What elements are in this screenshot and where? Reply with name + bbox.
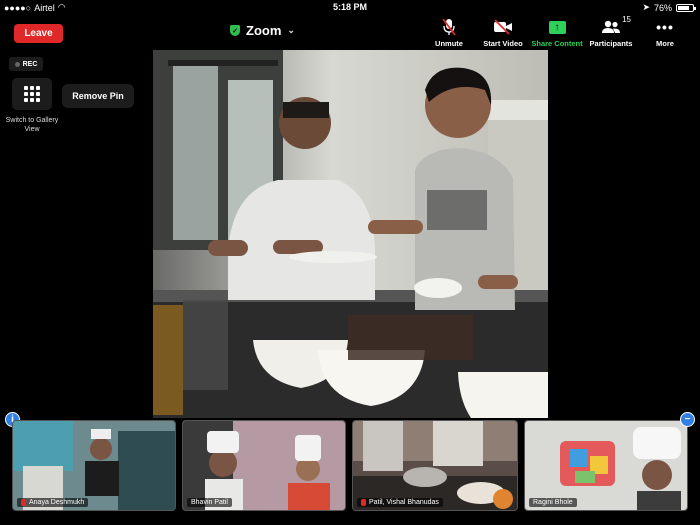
start-video-button[interactable]: Start Video — [476, 18, 530, 48]
mic-muted-icon — [21, 499, 26, 506]
video-frame-image — [153, 50, 548, 418]
chevron-down-icon: ⌄ — [287, 25, 295, 35]
mic-muted-icon — [361, 499, 366, 506]
participant-thumbnail[interactable]: Anaya Deshmukh — [12, 420, 176, 511]
status-bar: ●●●●○ Airtel ◠ 5:18 PM ➤ 76% — [0, 0, 700, 14]
leave-button[interactable]: Leave — [14, 24, 63, 43]
switch-gallery-view-button[interactable]: Switch to Gallery View — [6, 78, 58, 134]
remove-pin-button[interactable]: Remove Pin — [62, 84, 134, 108]
grid-icon — [12, 78, 52, 110]
microphone-muted-icon — [442, 18, 456, 36]
participant-thumbnail[interactable]: Ragini Bhole — [524, 420, 688, 511]
unmute-button[interactable]: Unmute — [422, 18, 476, 48]
more-dots-icon: ••• — [656, 19, 674, 35]
participant-name-tag: Bhavin Patil — [187, 498, 232, 507]
secure-shield-icon: ✓ — [230, 25, 240, 36]
participant-name-tag: Patil, Vishal Bhanudas — [357, 498, 443, 507]
participant-name-tag: Ragini Bhole — [529, 498, 577, 507]
clock: 5:18 PM — [332, 2, 367, 12]
meeting-title[interactable]: ✓ Zoom ⌄ — [230, 23, 295, 38]
meeting-toolbar: Leave ✓ Zoom ⌄ Unmute Start Video ↑ Shar… — [0, 14, 700, 50]
participant-thumbnail[interactable]: Bhavin Patil — [182, 420, 346, 511]
battery-percent: 76% — [653, 2, 672, 13]
toolbar-actions: Unmute Start Video ↑ Share Content 15 Pa… — [422, 15, 692, 48]
minimize-thumbnails-icon[interactable]: − — [680, 412, 695, 427]
meeting-title-text: Zoom — [246, 23, 282, 38]
video-off-icon — [493, 18, 513, 36]
participant-thumbnail[interactable]: Patil, Vishal Bhanudas — [352, 420, 518, 511]
participants-button[interactable]: 15 Participants — [584, 15, 638, 48]
participant-name-tag: Anaya Deshmukh — [17, 498, 89, 507]
recording-indicator: REC — [9, 57, 43, 71]
share-arrow-icon: ↑ — [548, 20, 566, 34]
thumbnail-strip: i Anaya Deshmukh Bhavin Patil Patil, Vis… — [0, 412, 700, 525]
location-icon: ➤ — [642, 2, 650, 12]
participant-count: 15 — [622, 15, 631, 24]
more-button[interactable]: ••• More — [638, 18, 692, 48]
record-dot-icon — [14, 61, 20, 67]
battery-icon — [676, 3, 696, 12]
pinned-video[interactable] — [153, 50, 548, 418]
share-content-button[interactable]: ↑ Share Content — [530, 18, 584, 48]
participants-icon: 15 — [601, 15, 631, 36]
